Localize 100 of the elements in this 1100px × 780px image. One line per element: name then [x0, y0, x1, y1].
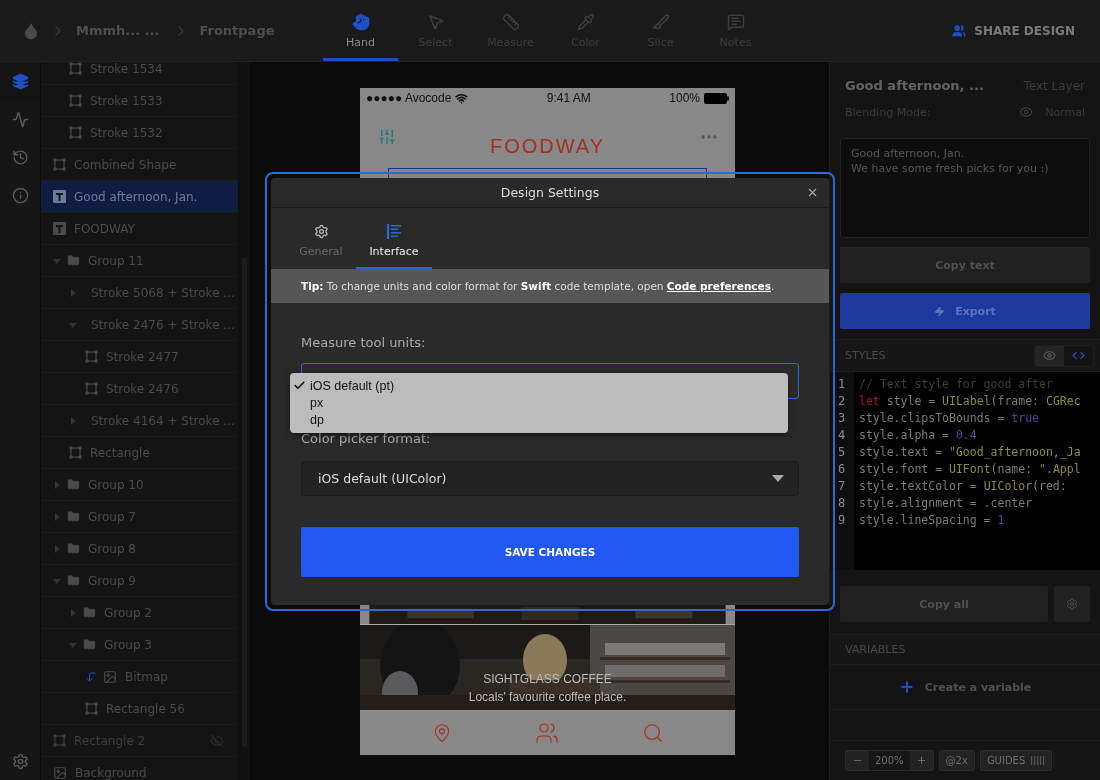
logo-icon[interactable] [22, 21, 40, 40]
guides-icon [1031, 756, 1046, 765]
code-line: style.lineSpacing = 1 [859, 512, 1006, 529]
filter-icon[interactable] [378, 128, 396, 146]
eye-icon[interactable] [1019, 105, 1034, 119]
shape-icon [85, 702, 98, 715]
share-design-button[interactable]: SHARE DESIGN [952, 23, 1075, 38]
view-toggle[interactable] [1064, 345, 1093, 366]
expanded-arrow-icon[interactable] [69, 320, 77, 329]
users-icon[interactable] [534, 720, 559, 745]
layer-name: Good afternoon, Jan. [74, 189, 198, 204]
shape-icon [53, 734, 66, 747]
dialog-title: Design Settings [500, 185, 600, 200]
collapsed-arrow-icon[interactable] [53, 544, 61, 553]
shape-icon [69, 446, 82, 459]
code-line: // Text style for good_after [859, 376, 1054, 393]
pulse-icon [11, 110, 29, 128]
code-line: style.textColor = UIColor(red: [859, 478, 1068, 495]
code-line: style.alpha = 0.4 [859, 427, 978, 444]
dialog-tab[interactable]: General [286, 208, 356, 269]
time-text: 9:41 AM [546, 91, 591, 105]
layer-row[interactable]: Good afternoon, Jan. [41, 181, 238, 213]
collapsed-arrow-icon[interactable] [53, 512, 61, 521]
line-number: 6 [837, 461, 847, 478]
plus-icon [915, 755, 927, 766]
settings-icon [11, 752, 29, 770]
line-number: 3 [837, 410, 847, 427]
settings-icon [1066, 598, 1078, 610]
bolt-icon [934, 305, 946, 317]
folder-icon [83, 606, 96, 619]
close-button[interactable] [806, 186, 819, 199]
pipette-icon [576, 13, 595, 31]
hidden-icon[interactable] [210, 733, 224, 748]
create-variable-button[interactable]: Create a variable [830, 665, 1100, 710]
code-preferences-link[interactable]: Code preferences [666, 280, 771, 292]
battery-icon [704, 92, 729, 104]
wifi-icon [455, 91, 469, 105]
expanded-arrow-icon[interactable] [53, 576, 61, 585]
menu-option[interactable]: iOS default (pt) [290, 377, 788, 394]
caret-icon [772, 475, 784, 482]
folder-icon [67, 510, 80, 523]
layers-icon [11, 72, 29, 90]
collapsed-arrow-icon[interactable] [69, 416, 77, 425]
text-line: We have some fresh picks for you :) [851, 162, 1050, 175]
layer-title: Good afternoon, ... [845, 78, 984, 93]
line-number: 8 [837, 495, 847, 512]
expanded-arrow-icon[interactable] [69, 640, 77, 649]
zoom-in-button[interactable] [909, 751, 933, 770]
knife-icon [651, 13, 670, 31]
view-toggle[interactable] [1035, 345, 1064, 366]
save-changes-button[interactable]: SAVE CHANGES [301, 527, 799, 577]
text-layer-icon [53, 222, 66, 235]
folder-icon [67, 574, 80, 587]
place-subtitle: Locals' favourite coffee place. [468, 690, 627, 704]
plus-icon [898, 679, 915, 695]
collapsed-arrow-icon[interactable] [69, 608, 77, 617]
code-settings-button[interactable] [1054, 586, 1090, 622]
history-icon [11, 148, 29, 166]
shape-icon [69, 126, 82, 139]
shape-icon [69, 94, 82, 107]
shape-icon [69, 62, 82, 75]
code-line: style.clipsToBounds = true [859, 410, 1041, 427]
info-icon [11, 186, 29, 204]
code-line: style.text = "Good_afternoon,_Ja [859, 444, 1081, 461]
collapsed-arrow-icon[interactable] [69, 288, 77, 297]
image-icon [53, 765, 67, 780]
comment-icon [726, 13, 745, 31]
shape-icon [85, 350, 98, 363]
field-label: Measure tool units: [301, 335, 427, 350]
text-content-box[interactable]: Good afternoon, Jan. We have some fresh picks for you :) [840, 138, 1090, 238]
field-label: Color picker format: [301, 431, 432, 446]
line-number: 9 [837, 512, 847, 529]
scale-button[interactable]: @2x [939, 751, 974, 770]
battery-text: 100% [669, 91, 700, 105]
expanded-arrow-icon[interactable] [53, 256, 61, 265]
code-icon [1072, 349, 1085, 362]
hand-icon [351, 13, 370, 31]
menu-option[interactable]: dp [290, 411, 788, 428]
place-title: SIGHTGLASS COFFEE [483, 672, 612, 686]
users-icon [952, 23, 967, 38]
code-line: let style = UILabel(frame: CGRec [859, 393, 1081, 410]
guides-button[interactable]: GUIDES [980, 751, 1052, 770]
shape-icon [85, 382, 98, 395]
line-number: 4 [837, 427, 847, 444]
tip-text: Tip: To change units and color format for Swift code template, open Code preferences. [301, 280, 775, 292]
image-icon [103, 669, 117, 684]
menu-option[interactable]: px [290, 394, 788, 411]
gear-icon [313, 223, 329, 239]
eye-icon [1043, 349, 1056, 362]
code-line: style.font = UIFont(name: ".Appl [859, 461, 1081, 478]
collapsed-arrow-icon[interactable] [53, 480, 61, 489]
folder-icon [67, 542, 80, 555]
zoom-out-button[interactable] [846, 751, 869, 770]
folder-icon [83, 638, 96, 651]
search-icon[interactable] [641, 721, 664, 744]
export-button[interactable]: Export [840, 293, 1090, 329]
code-line: style.alignment = .center [859, 495, 1034, 512]
text-layer-icon [53, 190, 66, 203]
text-line: Good afternoon, Jan. [851, 147, 966, 160]
color-format-select[interactable]: iOS default (UIColor) [301, 461, 799, 496]
